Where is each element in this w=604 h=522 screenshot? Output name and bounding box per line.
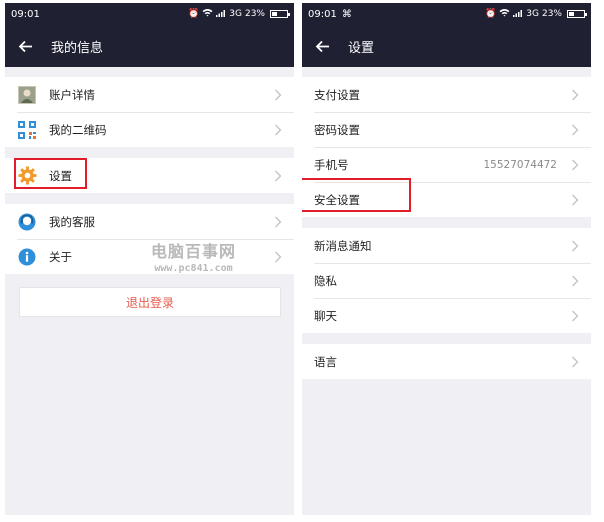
signal-icon (513, 9, 523, 20)
menu-item-label: 我的二维码 (49, 122, 107, 137)
right-phone-screen: 09:01 ⌘ ⏰ 3G 23% 设置 支付设置 密码设置 手机号 155270… (302, 3, 591, 515)
wifi-icon (499, 8, 510, 20)
network-type: 3G (229, 9, 242, 19)
title-bar: 设置 (302, 25, 591, 67)
battery-icon (270, 10, 290, 18)
chevron-right-icon (572, 159, 579, 170)
network-type: 3G (526, 9, 539, 19)
menu-item-label: 手机号 (314, 157, 349, 172)
chevron-right-icon (572, 89, 579, 100)
chevron-right-icon (572, 240, 579, 251)
menu-item-label: 支付设置 (314, 87, 360, 102)
language-group: 语言 (302, 344, 591, 379)
qr-code-icon (17, 120, 37, 140)
title-bar: 我的信息 (5, 25, 294, 67)
chevron-right-icon (275, 124, 282, 135)
notification-icon: ⌘ (341, 8, 352, 20)
chevron-right-icon (275, 170, 282, 181)
menu-item-password-settings[interactable]: 密码设置 (302, 112, 591, 147)
menu-item-account-details[interactable]: 账户详情 (5, 77, 294, 112)
battery-percent: 23% (541, 9, 562, 19)
watermark-title: 电脑百事网 (151, 242, 237, 261)
support-group: 我的客服 关于 (5, 204, 294, 274)
left-phone-screen: 09:01 ⏰ 3G 23% 我的信息 账户详情 我的二维码 设置 我的客服 关… (5, 3, 294, 515)
signal-icon (216, 9, 226, 20)
battery-percent: 23% (244, 9, 265, 19)
alarm-icon: ⏰ (188, 9, 200, 19)
menu-item-label: 新消息通知 (314, 238, 372, 253)
account-group: 账户详情 我的二维码 (5, 77, 294, 147)
status-time: 09:01 (308, 8, 337, 20)
menu-item-phone-number[interactable]: 手机号 15527074472 (302, 147, 591, 182)
menu-item-payment-settings[interactable]: 支付设置 (302, 77, 591, 112)
menu-item-customer-service[interactable]: 我的客服 (5, 204, 294, 239)
menu-item-new-message-notification[interactable]: 新消息通知 (302, 228, 591, 263)
phone-number-value: 15527074472 (483, 158, 558, 171)
alarm-icon: ⏰ (485, 9, 497, 19)
back-arrow-icon (315, 40, 329, 52)
chevron-right-icon (572, 275, 579, 286)
menu-item-label: 语言 (314, 354, 337, 369)
info-icon (17, 247, 37, 267)
chevron-right-icon (275, 89, 282, 100)
highlight-box-security-settings (302, 178, 411, 212)
menu-item-language[interactable]: 语言 (302, 344, 591, 379)
customer-service-icon (17, 212, 37, 232)
status-bar: 09:01 ⌘ ⏰ 3G 23% (302, 3, 591, 25)
menu-item-label: 聊天 (314, 308, 337, 323)
chevron-right-icon (275, 216, 282, 227)
back-button[interactable] (5, 25, 45, 67)
battery-icon (567, 10, 587, 18)
chevron-right-icon (572, 310, 579, 321)
back-arrow-icon (18, 40, 32, 52)
menu-item-label: 密码设置 (314, 122, 360, 137)
back-button[interactable] (302, 25, 342, 67)
menu-item-label: 我的客服 (49, 214, 95, 229)
page-title: 我的信息 (51, 40, 104, 56)
avatar-photo-icon (17, 85, 37, 105)
notification-privacy-group: 新消息通知 隐私 聊天 (302, 228, 591, 333)
menu-item-label: 账户详情 (49, 87, 95, 102)
page-title: 设置 (348, 40, 375, 56)
menu-item-chat[interactable]: 聊天 (302, 298, 591, 333)
chevron-right-icon (275, 251, 282, 262)
chevron-right-icon (572, 356, 579, 367)
highlight-box-settings (14, 158, 87, 189)
menu-item-about[interactable]: 关于 (5, 239, 294, 274)
watermark: 电脑百事网 www.pc841.com (151, 238, 236, 274)
watermark-url: www.pc841.com (154, 263, 233, 274)
logout-button[interactable]: 退出登录 (19, 287, 281, 317)
wifi-icon (202, 8, 213, 20)
status-bar: 09:01 ⏰ 3G 23% (5, 3, 294, 25)
chevron-right-icon (572, 124, 579, 135)
menu-item-qr-code[interactable]: 我的二维码 (5, 112, 294, 147)
menu-item-label: 隐私 (314, 273, 337, 288)
status-time: 09:01 (11, 8, 40, 20)
chevron-right-icon (572, 194, 579, 205)
menu-item-privacy[interactable]: 隐私 (302, 263, 591, 298)
